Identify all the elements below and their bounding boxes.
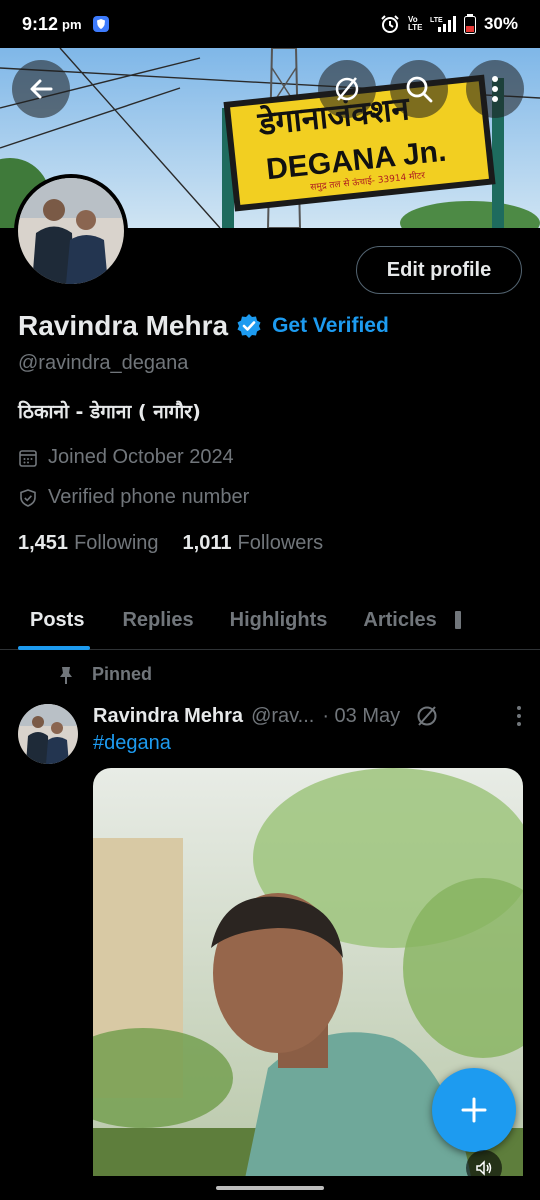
profile-name: Ravindra Mehra: [18, 310, 229, 341]
followers-count: 1,011: [182, 532, 232, 554]
followers-label: Followers: [237, 532, 324, 554]
back-button[interactable]: [12, 60, 70, 118]
joined-date-text: Joined October 2024: [48, 446, 234, 468]
shield-check-icon: [20, 488, 36, 507]
following-label: Following: [74, 532, 159, 554]
following-count: 1,451: [18, 532, 69, 554]
battery-icon: [463, 14, 476, 34]
post-author-handle[interactable]: @rav...: [251, 705, 314, 728]
avatar-image: [18, 178, 124, 284]
profile-bio: ठिकानो - डेगाना ( नागौर): [18, 401, 201, 423]
edit-profile-button[interactable]: Edit profile: [356, 246, 522, 294]
verified-badge-icon[interactable]: [236, 313, 262, 339]
get-verified-link[interactable]: Get Verified: [272, 314, 389, 338]
battery-percent: 30%: [483, 14, 518, 33]
tab-highlights[interactable]: Highlights: [212, 590, 346, 650]
profile-tabs: Posts Replies Highlights Articles: [0, 590, 540, 650]
speaker-icon: [476, 1160, 492, 1176]
pin-icon: [60, 666, 72, 684]
status-ampm: pm: [62, 16, 82, 32]
refresh-button[interactable]: [318, 60, 376, 118]
profile-avatar[interactable]: [14, 174, 128, 288]
search-icon: [406, 76, 433, 103]
shield-app-icon: [92, 16, 109, 32]
more-vertical-icon: [492, 76, 498, 102]
pinned-label: Pinned: [92, 664, 153, 684]
more-options-button[interactable]: [466, 60, 524, 118]
refresh-slash-icon[interactable]: [414, 703, 440, 729]
system-nav-bar: [0, 1176, 540, 1200]
post-more-icon[interactable]: [515, 704, 523, 728]
tab-posts[interactable]: Posts: [0, 590, 102, 650]
following-link[interactable]: 1,451 Following: [18, 532, 159, 555]
signal-icon: LTE: [430, 16, 456, 32]
status-bar: 9:12 pm Vo LTE LTE 30%: [0, 0, 540, 48]
joined-date-row: Joined October 2024: [18, 446, 234, 469]
alarm-icon: [381, 15, 399, 33]
post-author-avatar[interactable]: [18, 704, 78, 764]
tab-articles[interactable]: Articles: [345, 590, 454, 650]
tab-overflow-hint[interactable]: [454, 590, 461, 650]
status-right-group: Vo LTE LTE 30%: [380, 14, 518, 34]
status-time: 9:12: [22, 13, 59, 34]
refresh-slash-icon: [335, 77, 359, 101]
profile-name-row: Ravindra Mehra Get Verified: [18, 306, 389, 346]
followers-link[interactable]: 1,011 Followers: [183, 532, 324, 555]
follow-counts: 1,451 Following 1,011 Followers: [18, 532, 323, 555]
profile-handle: @ravindra_degana: [18, 352, 189, 374]
post-date[interactable]: · 03 May: [322, 705, 400, 728]
arrow-left-icon: [30, 79, 53, 99]
post-hashtag[interactable]: #degana: [93, 732, 171, 755]
verified-phone-row: Verified phone number: [18, 486, 249, 509]
calendar-icon: [19, 449, 37, 467]
tab-replies[interactable]: Replies: [102, 590, 211, 650]
post-author-name[interactable]: Ravindra Mehra: [93, 705, 243, 728]
search-button[interactable]: [390, 60, 448, 118]
volte-indicator: Vo LTE: [407, 15, 423, 32]
post-avatar-image: [18, 704, 78, 764]
post-header: Ravindra Mehra @rav... · 03 May: [93, 702, 523, 730]
pinned-indicator: Pinned: [56, 664, 152, 685]
compose-post-button[interactable]: [432, 1068, 516, 1152]
plus-icon: [461, 1097, 487, 1123]
home-gesture-pill[interactable]: [216, 1186, 324, 1190]
svg-text:LTE: LTE: [430, 17, 443, 24]
verified-phone-text: Verified phone number: [48, 486, 250, 508]
